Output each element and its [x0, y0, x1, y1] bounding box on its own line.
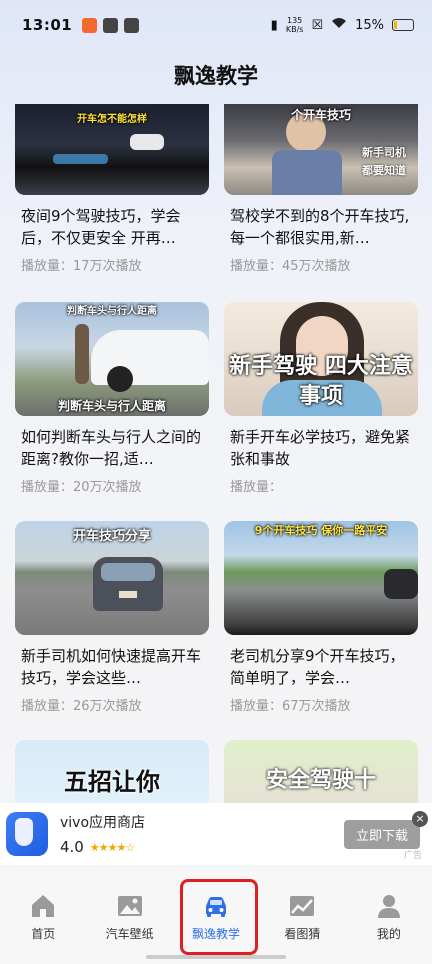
- video-title[interactable]: 如何判断车头与行人之间的距离?教你一招,适…: [15, 426, 209, 470]
- tab-home[interactable]: 首页: [0, 870, 86, 964]
- thumbnail-footer-caption: 判断车头与行人距离: [57, 399, 166, 413]
- video-card[interactable]: 个开车技巧 新手司机 都要知道 驾校学不到的8个开车技巧,每一个都很实用,新… 播…: [224, 104, 418, 274]
- view-count: 播放量：20万次播放: [15, 476, 209, 495]
- view-count-value: 20万次播放: [73, 480, 142, 495]
- view-count: 播放量：45万次播放: [224, 255, 418, 274]
- tab-mine[interactable]: 我的: [346, 870, 432, 964]
- battery-percent: 15%: [355, 17, 384, 33]
- status-bar: 13:01 ▮ 135 KB/s ☒ 15%: [0, 0, 432, 50]
- view-count: 播放量：17万次播放: [15, 255, 209, 274]
- video-card[interactable]: 安全驾驶十: [224, 740, 418, 804]
- thumbnail-caption: 五招让你: [64, 768, 160, 796]
- video-card[interactable]: 新手驾驶 四大注意事项 新手开车必学技巧，避免紧张和事故 播放量：: [224, 302, 418, 495]
- image-icon: [117, 896, 142, 916]
- mail-notification-icon: [124, 17, 140, 33]
- video-thumbnail[interactable]: 开车技巧分享: [15, 521, 209, 635]
- app-store-logo-icon[interactable]: [6, 812, 48, 856]
- network-speed: 135 KB/s: [286, 16, 304, 34]
- video-thumbnail[interactable]: 开车怎不能怎样: [15, 104, 209, 195]
- view-count-label: 播放量：: [21, 259, 74, 274]
- video-thumbnail[interactable]: 五招让你: [15, 740, 209, 804]
- video-title[interactable]: 驾校学不到的8个开车技巧,每一个都很实用,新…: [224, 205, 418, 249]
- page-title: 飘逸教学: [174, 64, 258, 88]
- sim-icon: ☒: [311, 17, 324, 33]
- wifi-icon: [331, 17, 347, 33]
- star-rating-icon: ★★★★☆: [89, 840, 135, 854]
- network-speed-unit: KB/s: [285, 25, 304, 34]
- battery-icon: [392, 19, 414, 31]
- view-count: 播放量：26万次播放: [15, 695, 209, 714]
- battery-level: [394, 21, 397, 29]
- tab-car-wallpaper[interactable]: 汽车壁纸: [86, 870, 172, 964]
- video-thumbnail[interactable]: 9个开车技巧 保你一路平安: [224, 521, 418, 635]
- thumbnail-caption: 安全驾驶十: [265, 768, 376, 793]
- view-count-label: 播放量：: [230, 699, 283, 714]
- view-count-value: 26万次播放: [73, 699, 142, 714]
- view-count: 播放量：: [224, 476, 418, 495]
- ad-banner[interactable]: vivo应用商店 4.0 ★★★★☆ 立即下载 × 广告: [0, 803, 432, 865]
- tab-label: 我的: [376, 927, 401, 941]
- thumbnail-caption: 开车技巧分享: [72, 529, 151, 544]
- video-card[interactable]: 五招让你: [15, 740, 209, 804]
- view-count-value: 17万次播放: [73, 259, 142, 274]
- video-title[interactable]: 夜间9个驾驶技巧，学会后，不仅更安全 开再…: [15, 205, 209, 249]
- network-speed-value: 135: [286, 16, 303, 25]
- view-count: 播放量：67万次播放: [224, 695, 418, 714]
- message-notification-icon: [103, 17, 119, 33]
- video-card[interactable]: 9个开车技巧 保你一路平安 老司机分享9个开车技巧，简单明了，学会… 播放量：6…: [224, 521, 418, 714]
- ad-app-name: vivo应用商店: [60, 815, 146, 831]
- status-right: ▮ 135 KB/s ☒ 15%: [271, 16, 414, 34]
- view-count-value: 67万次播放: [282, 699, 351, 714]
- tab-label: 汽车壁纸: [105, 927, 154, 941]
- app-notification-icon: [82, 17, 98, 33]
- video-title[interactable]: 老司机分享9个开车技巧，简单明了，学会…: [224, 645, 418, 689]
- view-count-label: 播放量：: [21, 480, 74, 495]
- view-count-value: 45万次播放: [282, 259, 351, 274]
- ad-text: vivo应用商店 4.0 ★★★★☆: [60, 812, 145, 856]
- house-icon: [32, 895, 55, 917]
- ad-rating-score: 4.0: [60, 838, 84, 856]
- download-button[interactable]: 立即下载: [343, 819, 420, 849]
- video-thumbnail[interactable]: 安全驾驶十: [224, 740, 418, 804]
- thumbnail-caption: 新手驾驶 四大注意事项: [229, 354, 413, 409]
- photo-chart-icon: [290, 896, 315, 916]
- view-count-label: 播放量：: [21, 699, 74, 714]
- ad-rating: 4.0 ★★★★☆: [60, 838, 145, 856]
- view-count-label: 播放量：: [230, 480, 283, 495]
- close-icon[interactable]: ×: [412, 811, 428, 827]
- ad-tag: 广告: [403, 851, 422, 861]
- video-thumbnail[interactable]: 个开车技巧 新手司机 都要知道: [224, 104, 418, 195]
- tab-guess-picture[interactable]: 看图猜: [259, 870, 345, 964]
- tab-label: 首页: [31, 927, 56, 941]
- active-tab-highlight: [180, 879, 258, 955]
- thumbnail-sticker: 新手司机 都要知道: [362, 146, 406, 177]
- vibrate-icon: ▮: [270, 17, 278, 33]
- status-time: 13:01: [22, 16, 73, 34]
- video-thumbnail[interactable]: 判断车头与行人距离 判断车头与行人距离: [15, 302, 209, 416]
- view-count-label: 播放量：: [230, 259, 283, 274]
- notification-icons: [82, 17, 140, 33]
- video-feed[interactable]: 开车怎不能怎样 夜间9个驾驶技巧，学会后，不仅更安全 开再… 播放量：17万次播…: [0, 104, 432, 804]
- tab-label: 看图猜: [284, 927, 321, 941]
- person-icon: [377, 895, 400, 918]
- video-title[interactable]: 新手司机如何快速提高开车技巧，学会这些…: [15, 645, 209, 689]
- thumbnail-caption: 9个开车技巧 保你一路平安: [254, 524, 388, 537]
- video-card[interactable]: 开车技巧分享 新手司机如何快速提高开车技巧，学会这些… 播放量：26万次播放: [15, 521, 209, 714]
- video-thumbnail[interactable]: 新手驾驶 四大注意事项: [224, 302, 418, 416]
- thumbnail-caption: 个开车技巧: [290, 108, 351, 122]
- video-card[interactable]: 判断车头与行人距离 判断车头与行人距离 如何判断车头与行人之间的距离?教你一招,…: [15, 302, 209, 495]
- thumbnail-caption: 开车怎不能怎样: [77, 114, 147, 125]
- video-card[interactable]: 开车怎不能怎样 夜间9个驾驶技巧，学会后，不仅更安全 开再… 播放量：17万次播…: [15, 104, 209, 274]
- home-indicator[interactable]: [146, 955, 286, 959]
- thumbnail-caption: 判断车头与行人距离: [67, 306, 157, 317]
- video-title[interactable]: 新手开车必学技巧，避免紧张和事故: [224, 426, 418, 470]
